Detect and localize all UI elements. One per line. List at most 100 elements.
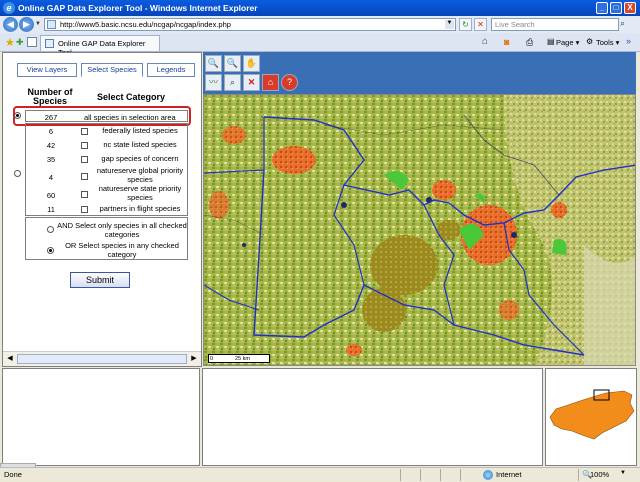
category-label: natureserve global priority species [96, 166, 184, 184]
feeds-icon[interactable]: ◙ [504, 37, 509, 47]
and-operator-radio[interactable] [47, 226, 54, 233]
pan-hand-icon[interactable]: ✋ [243, 55, 260, 72]
header-select-category: Select Category [97, 92, 166, 102]
scroll-right-icon[interactable]: ▶ [189, 354, 199, 364]
status-divider [440, 469, 441, 481]
land-cover-map [204, 95, 635, 365]
page-menu[interactable]: Page ▾ [556, 38, 579, 47]
category-label: partners in flight species [99, 204, 181, 213]
page-icon: ▤ [547, 37, 555, 46]
tab-command-bar: ★ ✚ Online GAP Data Explorer Tool ⌂ ◙ ⎙ … [0, 33, 640, 57]
map-toolbar: 🔍 🔍 ✋ 〰 ⌕ ✕ ⌂ ? [203, 52, 636, 94]
tools-gear-icon: ⚙ [586, 37, 594, 46]
page-menu-label: Page [556, 38, 574, 47]
category-count: 35 [46, 155, 56, 164]
address-bar: ◀ ▶ ▼ http://www5.basic.ncsu.edu/ncgap/n… [0, 16, 640, 33]
category-checkbox[interactable] [81, 156, 88, 163]
close-window-button[interactable]: X [624, 2, 636, 14]
category-count: 60 [46, 191, 56, 200]
scale-end-label: 25 km [235, 356, 250, 362]
tools-menu-label: Tools [596, 38, 614, 47]
header-number-of-species: Number of Species [27, 87, 73, 106]
tab-page-icon [45, 39, 54, 48]
quick-tabs-icon[interactable] [27, 37, 37, 47]
forward-button[interactable]: ▶ [19, 17, 34, 32]
or-operator-label: OR Select species in any checked categor… [65, 241, 179, 259]
category-count: 6 [48, 127, 54, 136]
category-checkbox[interactable] [81, 191, 88, 198]
category-radio[interactable] [14, 170, 21, 177]
back-button[interactable]: ◀ [3, 17, 18, 32]
zoom-level[interactable]: 100% [590, 470, 609, 479]
category-label: gap species of concern [101, 154, 179, 163]
title-bar: e Online GAP Data Explorer Tool - Window… [0, 0, 640, 16]
category-checkbox[interactable] [81, 128, 88, 135]
all-species-label: all species in selection area [84, 113, 176, 122]
full-extent-home-icon[interactable]: ⌂ [262, 74, 279, 91]
category-count: 42 [46, 141, 56, 150]
refresh-icon[interactable]: ↻ [459, 18, 472, 31]
category-label: federally listed species [102, 126, 178, 135]
scroll-left-icon[interactable]: ◀ [5, 354, 15, 364]
select-area-icon[interactable]: ⌕ [224, 74, 241, 91]
category-label: natureserve state priority species [98, 184, 182, 202]
maximize-button[interactable]: □ [610, 2, 622, 14]
all-species-count: 267 [44, 113, 58, 122]
url-field[interactable]: http://www5.basic.ncsu.edu/ncgap/ncgap/i… [44, 18, 456, 31]
page-icon [47, 20, 56, 29]
overview-map[interactable] [545, 368, 637, 466]
search-icon[interactable]: ⌕ [620, 18, 633, 31]
tools-menu[interactable]: Tools ▾ [596, 38, 619, 47]
zoom-out-icon[interactable]: 🔍 [224, 55, 241, 72]
recent-pages-dropdown-icon[interactable]: ▼ [35, 21, 41, 27]
scale-bar: 0 25 km [208, 354, 270, 363]
category-label: nc state listed species [103, 140, 177, 149]
clear-selection-icon[interactable]: ✕ [243, 74, 260, 91]
category-list: 6 federally listed species 42 nc state l… [25, 123, 188, 216]
all-species-row: 267 all species in selection area [25, 110, 188, 122]
or-operator-radio[interactable] [47, 247, 54, 254]
favorites-star-icon[interactable]: ★ [5, 36, 15, 49]
tab-legends[interactable]: Legends [147, 63, 195, 77]
tab-view-layers[interactable]: View Layers [17, 63, 77, 77]
internet-zone-icon [483, 470, 493, 480]
category-count: 4 [48, 173, 54, 182]
status-text: Done [4, 470, 22, 479]
identify-icon[interactable]: 〰 [205, 74, 222, 91]
scale-start-label: 0 [210, 356, 214, 362]
stop-icon[interactable]: ✕ [474, 18, 487, 31]
status-divider [460, 469, 461, 481]
category-checkbox[interactable] [81, 173, 88, 180]
category-checkbox[interactable] [81, 206, 88, 213]
print-icon[interactable]: ⎙ [526, 37, 533, 48]
help-icon[interactable]: » [626, 36, 631, 46]
map-view[interactable]: 0 25 km [203, 94, 636, 366]
submit-button[interactable]: Submit [70, 272, 130, 288]
status-divider [420, 469, 421, 481]
zoom-in-icon[interactable]: 🔍 [205, 55, 222, 72]
internet-explorer-icon: e [3, 2, 15, 14]
zoom-dropdown-icon[interactable]: ▼ [620, 470, 626, 476]
minimize-button[interactable]: _ [596, 2, 608, 14]
and-operator-label: AND Select only species in all checked c… [57, 221, 187, 239]
horizontal-scrollbar[interactable]: ◀ ▶ [3, 351, 201, 366]
bottom-left-panel [2, 368, 200, 466]
window-title: Online GAP Data Explorer Tool - Windows … [18, 3, 258, 13]
status-divider [400, 469, 401, 481]
tab-current[interactable]: Online GAP Data Explorer Tool [40, 35, 160, 57]
species-panel: View Layers Select Species Legends Numbe… [2, 52, 202, 367]
home-icon[interactable]: ⌂ [482, 36, 488, 47]
tab-select-species[interactable]: Select Species [81, 63, 143, 77]
search-input[interactable]: Live Search ⌕ [491, 18, 625, 31]
scroll-thumb[interactable] [17, 354, 187, 364]
category-count: 11 [47, 205, 55, 214]
url-text: http://www5.basic.ncsu.edu/ncgap/ncgap/i… [60, 20, 231, 29]
add-favorite-icon[interactable]: ✚ [16, 37, 24, 48]
status-divider [578, 469, 579, 481]
url-dropdown-icon[interactable]: ▼ [445, 20, 454, 29]
search-placeholder: Live Search [495, 20, 535, 29]
category-checkbox[interactable] [81, 142, 88, 149]
north-carolina-outline [549, 389, 635, 440]
help-question-icon[interactable]: ? [281, 74, 298, 91]
all-species-radio[interactable] [14, 112, 21, 119]
